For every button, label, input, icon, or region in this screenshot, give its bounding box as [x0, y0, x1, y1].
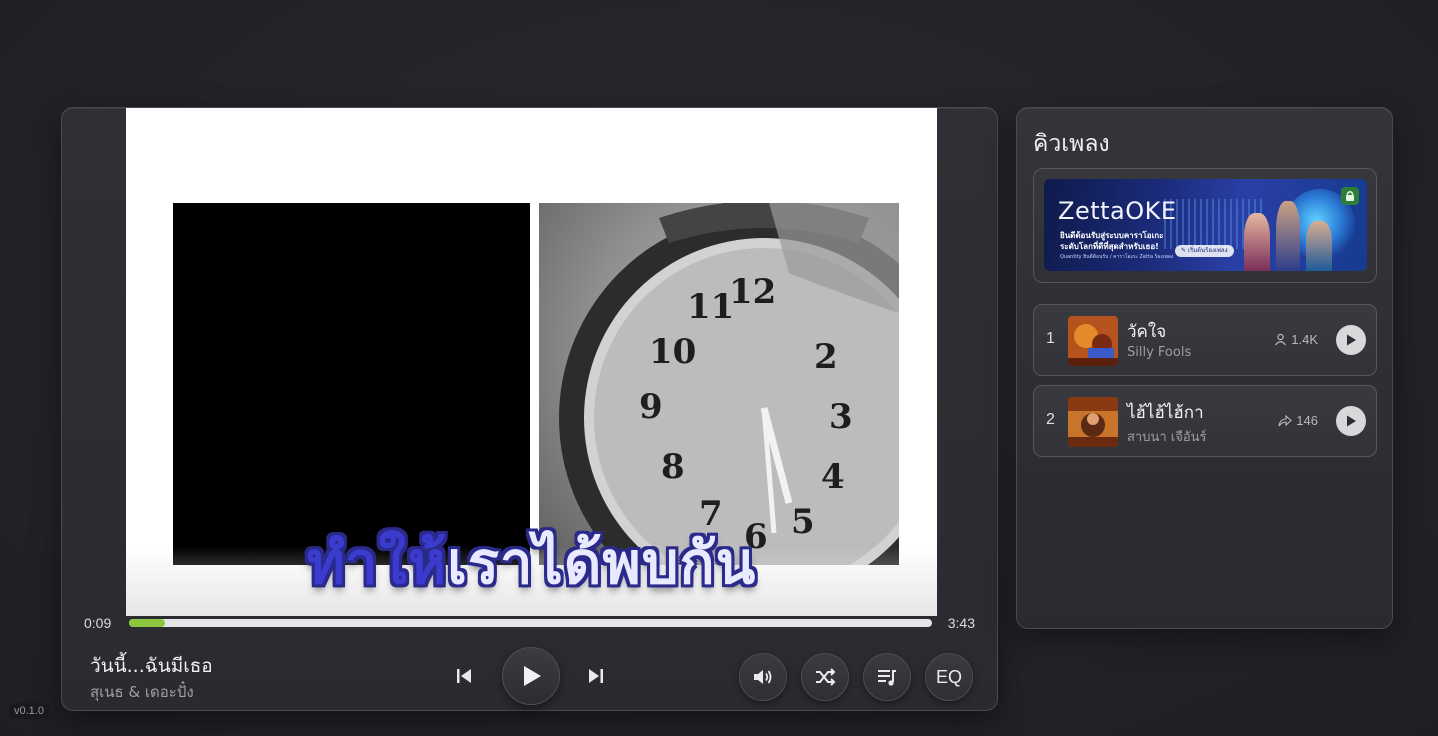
queue-music-icon [878, 670, 896, 686]
queue-item-stat: 146 [1278, 413, 1318, 428]
banner-subtext: Quantity ยินดีต้อนรับ / คาราโอเกะ Zetta … [1060, 254, 1174, 260]
eq-button[interactable]: EQ [925, 653, 973, 701]
lock-icon [1341, 187, 1359, 205]
lyric-unsung-part: ้เราได้พบกัน [447, 529, 757, 597]
svg-text:11: 11 [687, 287, 734, 327]
shuffle-button[interactable] [801, 653, 849, 701]
svg-text:4: 4 [821, 457, 845, 497]
video-clock-image: 12 2 3 4 5 6 7 8 9 10 11 [539, 203, 899, 565]
queue-title: คิวเพลง [1033, 131, 1110, 157]
queue-item-stat: 1.4K [1274, 332, 1318, 347]
queue-item-play-button[interactable] [1336, 406, 1366, 436]
lyric-sung-part: ทำให [306, 529, 448, 597]
play-button[interactable] [502, 647, 560, 705]
play-icon [1347, 415, 1356, 427]
video-black-pane [173, 203, 530, 565]
user-icon [1275, 333, 1287, 346]
alarm-clock-illustration: 12 2 3 4 5 6 7 8 9 10 11 [559, 203, 899, 565]
queue-item-stat-value: 1.4K [1291, 332, 1318, 347]
queue-button[interactable] [863, 653, 911, 701]
queue-item-artist: Silly Fools [1127, 345, 1192, 360]
queue-item-play-button[interactable] [1336, 325, 1366, 355]
banner-singer-1 [1244, 213, 1270, 271]
queue-item-cover [1068, 397, 1118, 447]
svg-text:8: 8 [661, 447, 685, 487]
play-icon [524, 666, 541, 686]
queue-item[interactable]: 1 วัคใจ Silly Fools 1.4K [1033, 304, 1377, 376]
now-playing-title: วันนี้...ฉันมีเธอ [90, 655, 213, 677]
version-badge: v0.1.0 [9, 703, 49, 719]
skip-next-icon [589, 669, 603, 683]
svg-text:2: 2 [814, 337, 838, 377]
progress-bar[interactable] [129, 619, 932, 627]
queue-item[interactable]: 2 ไฮ้ไฮ้ไฮ้กา สาบนา เจือันร์ 146 [1033, 385, 1377, 457]
player-panel: 12 2 3 4 5 6 7 8 9 10 11 ทำให้เราได้พบกั… [61, 107, 998, 711]
queue-item-title: วัคใจ [1127, 322, 1167, 342]
eq-label: EQ [935, 666, 962, 687]
play-icon [1347, 334, 1356, 346]
queue-item-artist: สาบนา เจือันร์ [1127, 430, 1207, 445]
now-playing-artist: สุเนธ & เดอะปั๋ง [90, 683, 194, 701]
svg-text:12: 12 [729, 272, 776, 312]
banner-brand: ZettaOKE [1058, 197, 1177, 225]
volume-icon [754, 670, 772, 684]
svg-text:9: 9 [639, 387, 663, 427]
duration-time: 3:43 [947, 615, 975, 631]
banner-singer-3 [1306, 221, 1332, 271]
progress-fill [129, 619, 166, 627]
svg-text:3: 3 [829, 397, 853, 437]
banner-cta-button[interactable]: ✎ เริ่มต้นร้องเพลง [1175, 245, 1234, 257]
banner-headline-2: ระดับโลกที่ดีที่สุดสำหรับเธอ! [1060, 242, 1159, 251]
promo-banner[interactable]: ZettaOKE ยินดีต้อนรับสู่ระบบคาราโอเกะ ระ… [1044, 179, 1367, 271]
shuffle-icon [816, 668, 836, 686]
queue-item-stat-value: 146 [1296, 413, 1318, 428]
queue-item-title: ไฮ้ไฮ้ไฮ้กา [1127, 403, 1204, 423]
volume-button[interactable] [739, 653, 787, 701]
skip-previous-icon [457, 669, 471, 683]
current-time: 0:09 [84, 615, 112, 631]
svg-text:10: 10 [649, 332, 696, 372]
previous-button[interactable] [448, 660, 480, 692]
queue-item-number: 2 [1046, 411, 1055, 428]
queue-panel: คิวเพลง ZettaOKE ยินดีต้อนรับสู่ระบบคารา… [1016, 107, 1393, 629]
next-button[interactable] [580, 660, 612, 692]
promo-banner-card[interactable]: ZettaOKE ยินดีต้อนรับสู่ระบบคาราโอเกะ ระ… [1033, 168, 1377, 283]
share-icon [1278, 414, 1293, 427]
queue-item-cover [1068, 316, 1118, 366]
karaoke-lyric-line: ทำให้เราได้พบกัน [126, 516, 937, 609]
video-frame[interactable]: 12 2 3 4 5 6 7 8 9 10 11 ทำให้เราได้พบกั… [126, 108, 937, 616]
queue-item-number: 1 [1046, 330, 1055, 347]
banner-singer-2 [1276, 201, 1300, 271]
